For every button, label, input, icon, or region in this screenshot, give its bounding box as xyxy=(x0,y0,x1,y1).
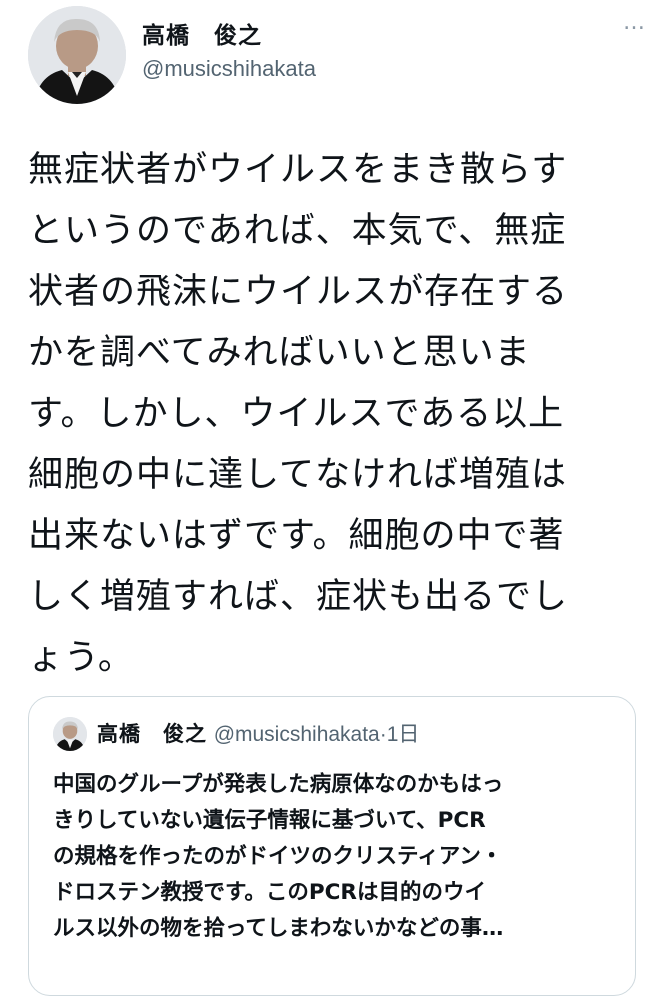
quoted-author-handle[interactable]: @musicshihakata xyxy=(214,723,380,746)
quoted-tweet-text: 中国のグループが発表した病原体なのかもはっ きりしていない遺伝子情報に基づいて、… xyxy=(53,772,504,941)
author-avatar[interactable] xyxy=(28,6,126,104)
header-separator: · xyxy=(379,723,387,746)
more-options-icon[interactable]: … xyxy=(623,12,646,34)
quoted-tweet-timestamp[interactable]: 1日 xyxy=(387,723,420,746)
author-handle[interactable]: @musicshihakata xyxy=(142,56,316,82)
quoted-author-display-name[interactable]: 高橋 俊之 xyxy=(97,722,207,746)
conductor-photo-avatar-small xyxy=(53,717,87,751)
quoted-tweet-card[interactable]: 高橋 俊之 @musicshihakata·1日 中国のグループが発表した病原体… xyxy=(28,696,636,996)
quoted-author-avatar[interactable] xyxy=(53,717,87,751)
author-display-name[interactable]: 高橋 俊之 xyxy=(142,16,262,50)
quoted-tweet-header: 高橋 俊之 @musicshihakata·1日 xyxy=(97,720,419,749)
conductor-photo-avatar xyxy=(28,6,126,104)
tweet-text: 無症状者がウイルスをまき散らす というのであれば、本気で、無症 状者の飛沫にウイ… xyxy=(28,150,569,678)
